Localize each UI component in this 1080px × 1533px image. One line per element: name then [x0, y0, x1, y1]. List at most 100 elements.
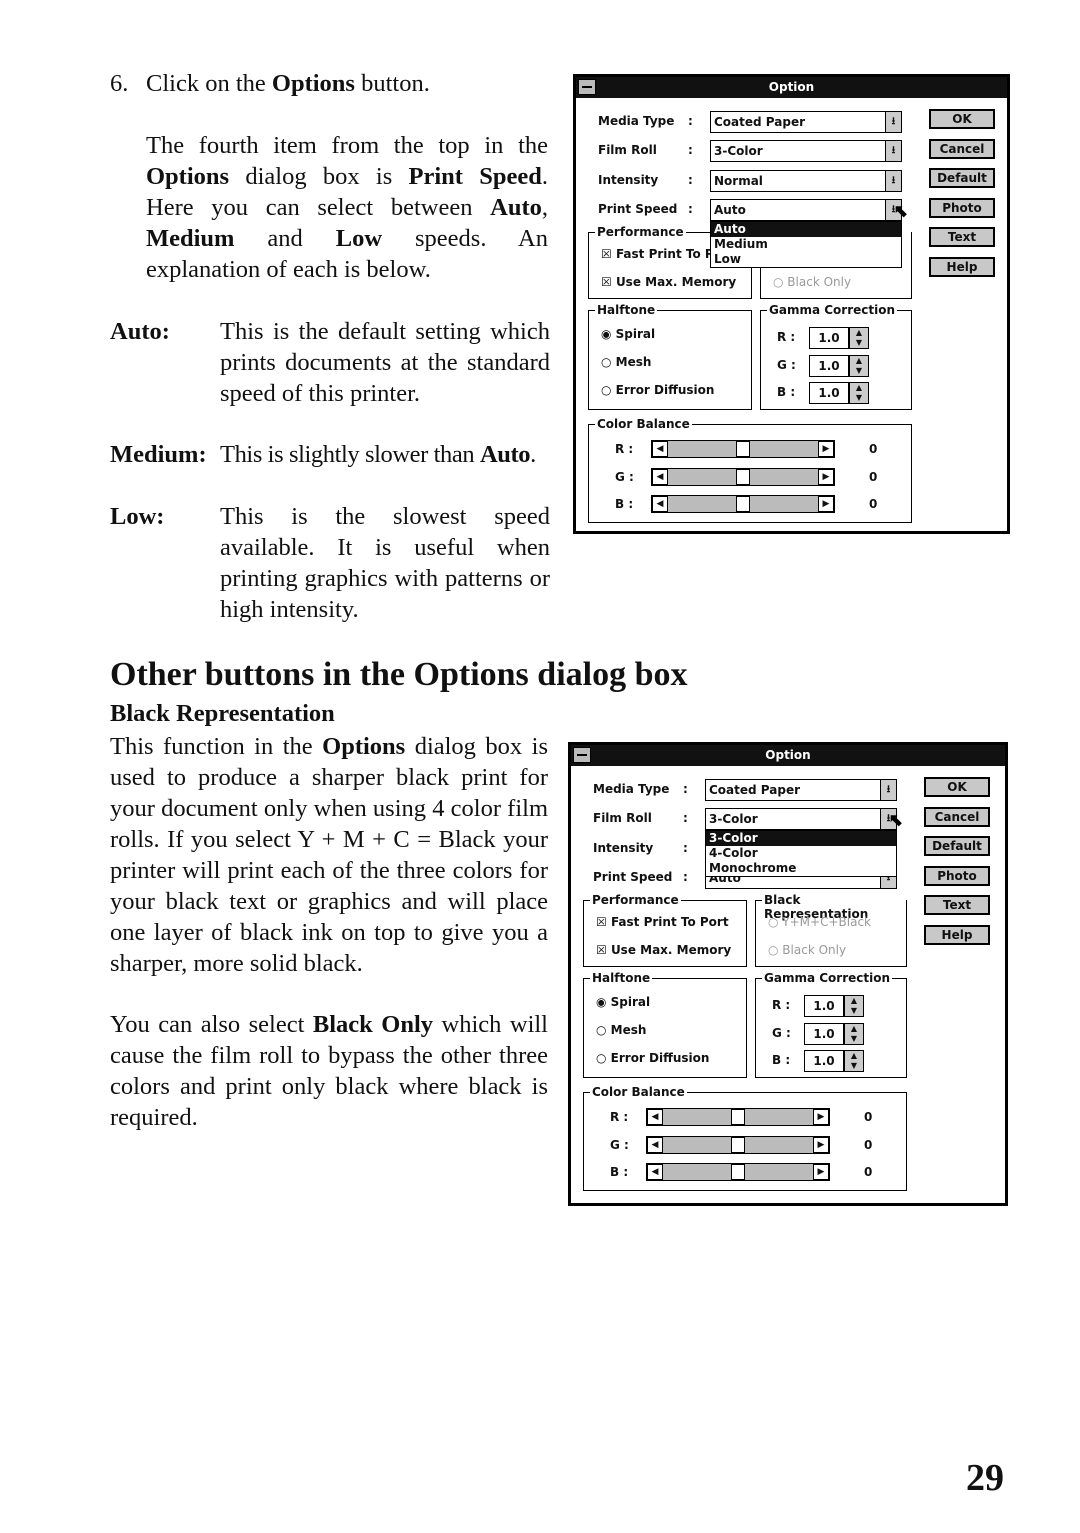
arrow-right-icon[interactable]: ▶	[818, 468, 834, 485]
text-run: and	[234, 225, 336, 252]
dropdown-option[interactable]: Medium	[711, 237, 901, 252]
radio-icon: ○	[773, 275, 788, 289]
color-balance-group-title: Color Balance	[595, 417, 692, 431]
mesh-radio[interactable]: ○ Mesh	[601, 355, 651, 369]
dropdown-option[interactable]: 4-Color	[706, 846, 896, 861]
colon: :	[683, 841, 688, 855]
checkbox-label: Use Max. Memory	[610, 943, 732, 957]
help-button[interactable]: Help	[924, 925, 990, 945]
photo-button[interactable]: Photo	[924, 865, 990, 886]
slider-thumb[interactable]	[731, 1136, 745, 1153]
option-dialog-print-speed: Option Media Type: Coated Paper ⭳ Film Roll:…	[573, 74, 1010, 534]
color-balance-group: Color Balance R : ◀ ▶ 0 G : ◀ ▶ 0 B : ◀ ▶ 0	[583, 1085, 907, 1191]
gamma-value-field[interactable]: 1.0	[809, 327, 849, 349]
media-type-combo[interactable]: Coated Paper ⭳	[710, 111, 902, 133]
gamma-correction-group: Gamma Correction R :1.0 ▲ ▼ G :1.0 ▲ ▼ B :1.0 ▲ ▼	[755, 971, 907, 1078]
gamma-value-field[interactable]: 1.0	[809, 354, 849, 377]
system-menu-button[interactable]	[573, 747, 591, 763]
spin-up-down-icon[interactable]: ▲ ▼	[849, 382, 869, 404]
color-balance-slider[interactable]: ◀ ▶	[646, 1108, 830, 1126]
error-diffusion-radio[interactable]: ○ Error Diffusion	[601, 383, 714, 397]
checked-box-icon: ☒	[601, 275, 616, 289]
radio-icon: ○	[768, 915, 783, 929]
arrow-left-icon[interactable]: ◀	[647, 1109, 663, 1125]
cancel-button[interactable]: Cancel	[924, 806, 990, 827]
slider-thumb[interactable]	[736, 468, 750, 485]
system-menu-button[interactable]	[578, 79, 596, 95]
radio-label: Spiral	[610, 995, 651, 1009]
default-button[interactable]: Default	[929, 168, 995, 189]
arrow-right-icon[interactable]: ▶	[818, 496, 834, 512]
text-button[interactable]: Text	[924, 895, 990, 916]
spin-up-down-icon[interactable]: ▲ ▼	[849, 327, 869, 349]
dropdown-arrow-icon[interactable]: ⭳	[885, 141, 901, 161]
help-button[interactable]: Help	[929, 257, 995, 277]
color-balance-slider[interactable]: ◀ ▶	[651, 440, 835, 458]
dropdown-arrow-icon[interactable]: ⭳	[880, 780, 896, 800]
y-m-c-black-radio[interactable]: ○ Y+M+C+Black	[768, 915, 871, 929]
spiral-radio[interactable]: ◉ Spiral	[596, 995, 650, 1009]
title-bar[interactable]: Option	[571, 745, 1005, 766]
intensity-combo[interactable]: Normal ⭳	[710, 170, 902, 192]
color-balance-slider[interactable]: ◀ ▶	[646, 1135, 830, 1154]
slider-thumb[interactable]	[736, 496, 750, 512]
text-button[interactable]: Text	[929, 227, 995, 248]
color-balance-slider[interactable]: ◀ ▶	[646, 1163, 830, 1181]
dialog-title: Option	[765, 748, 811, 762]
color-balance-slider[interactable]: ◀ ▶	[651, 467, 835, 486]
photo-button[interactable]: Photo	[929, 197, 995, 218]
radio-icon: ○	[768, 943, 783, 957]
slider-thumb[interactable]	[731, 1164, 745, 1180]
title-bar[interactable]: Option	[576, 77, 1007, 98]
spin-up-down-icon[interactable]: ▲ ▼	[844, 1050, 864, 1072]
checked-box-icon: ☒	[596, 943, 611, 957]
slider-thumb[interactable]	[731, 1109, 745, 1125]
ok-button[interactable]: OK	[929, 109, 995, 129]
gamma-value-field[interactable]: 1.0	[809, 382, 849, 404]
text-run: You can also select	[110, 1011, 313, 1038]
radio-label: Black Only	[782, 943, 847, 957]
spin-up-down-icon[interactable]: ▲ ▼	[849, 354, 869, 377]
black-only-radio[interactable]: ○ Black Only	[768, 943, 846, 957]
color-balance-group-title: Color Balance	[590, 1085, 687, 1099]
dropdown-arrow-icon[interactable]: ⭳	[885, 112, 901, 132]
film-roll-combo[interactable]: 3-Color ⭳	[710, 140, 902, 162]
media-type-combo[interactable]: Coated Paper ⭳	[705, 779, 897, 801]
arrow-right-icon[interactable]: ▶	[818, 441, 834, 457]
use-max-memory-checkbox[interactable]: ☒ Use Max. Memory	[601, 275, 736, 289]
dropdown-arrow-icon[interactable]: ⭳	[885, 171, 901, 191]
arrow-left-icon[interactable]: ◀	[652, 468, 668, 485]
dropdown-option[interactable]: Monochrome	[706, 861, 896, 876]
intensity-label: Intensity	[593, 841, 654, 855]
dropdown-option[interactable]: Low	[711, 252, 901, 267]
arrow-left-icon[interactable]: ◀	[652, 441, 668, 457]
cancel-button[interactable]: Cancel	[929, 138, 995, 159]
slider-thumb[interactable]	[736, 441, 750, 457]
arrow-left-icon[interactable]: ◀	[647, 1136, 663, 1153]
mesh-radio[interactable]: ○ Mesh	[596, 1023, 646, 1037]
black-only-radio[interactable]: ○ Black Only	[773, 275, 851, 289]
balance-value: 0	[869, 469, 878, 484]
arrow-left-icon[interactable]: ◀	[652, 496, 668, 512]
dropdown-option[interactable]: Auto	[711, 222, 901, 237]
arrow-right-icon[interactable]: ▶	[813, 1109, 829, 1125]
default-button[interactable]: Default	[924, 836, 990, 857]
arrow-left-icon[interactable]: ◀	[647, 1164, 663, 1180]
color-balance-slider[interactable]: ◀ ▶	[651, 495, 835, 513]
film-roll-combo[interactable]: 3-Color ⭳	[705, 808, 897, 830]
gamma-correction-group-title: Gamma Correction	[762, 971, 893, 985]
dropdown-option[interactable]: 3-Color	[706, 831, 896, 846]
fast-print-to-port-checkbox[interactable]: ☒ Fast Print To Port	[596, 915, 729, 929]
spiral-radio[interactable]: ◉ Spiral	[601, 327, 655, 341]
gamma-value-field[interactable]: 1.0	[804, 1022, 844, 1045]
arrow-right-icon[interactable]: ▶	[813, 1136, 829, 1153]
spin-up-down-icon[interactable]: ▲ ▼	[844, 1022, 864, 1045]
spin-up-down-icon[interactable]: ▲ ▼	[844, 995, 864, 1017]
ok-button[interactable]: OK	[924, 777, 990, 797]
use-max-memory-checkbox[interactable]: ☒ Use Max. Memory	[596, 943, 731, 957]
arrow-right-icon[interactable]: ▶	[813, 1164, 829, 1180]
print-speed-combo[interactable]: Auto ⭳	[710, 199, 902, 221]
error-diffusion-radio[interactable]: ○ Error Diffusion	[596, 1051, 709, 1065]
gamma-value-field[interactable]: 1.0	[804, 995, 844, 1017]
gamma-value-field[interactable]: 1.0	[804, 1050, 844, 1072]
